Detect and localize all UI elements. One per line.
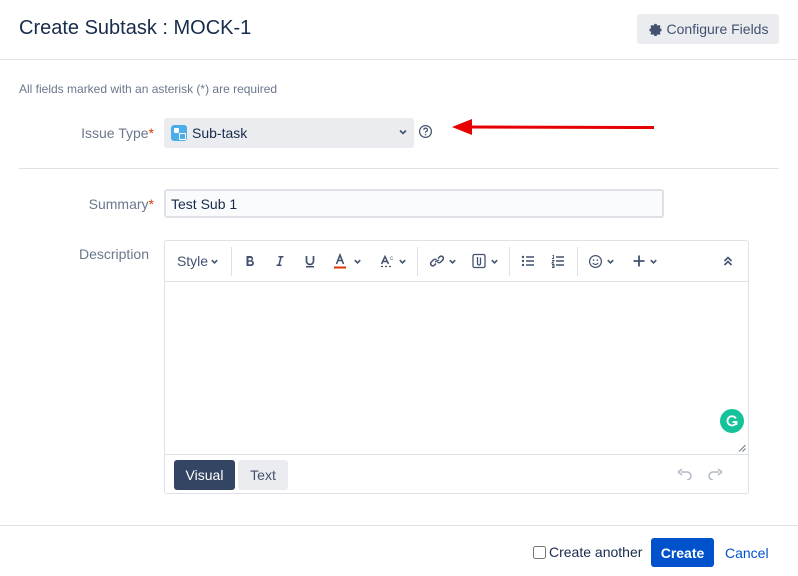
style-dropdown[interactable]: Style	[173, 249, 223, 273]
issue-type-select[interactable]: Sub-task	[164, 118, 414, 148]
description-text-area[interactable]	[165, 282, 748, 454]
svg-text:c: c	[390, 256, 393, 262]
configure-fields-label: Configure Fields	[666, 21, 769, 37]
resize-handle-icon[interactable]	[738, 444, 746, 452]
text-color-icon	[333, 253, 346, 269]
description-label: Description	[78, 246, 149, 262]
description-editor: Style c Visual Text	[164, 240, 749, 494]
issue-type-label: Issue Type*	[24, 125, 154, 141]
issue-type-value: Sub-task	[192, 125, 248, 141]
dialog-header: Create Subtask : MOCK-1 Configure Fields	[0, 0, 798, 60]
editor-toolbar: Style c	[165, 241, 748, 282]
bullet-list-icon	[521, 255, 534, 267]
link-icon	[429, 255, 445, 267]
issue-type-label-text: Issue Type	[81, 125, 149, 141]
required-asterisk: *	[148, 196, 154, 212]
configure-fields-button[interactable]: Configure Fields	[637, 14, 779, 44]
text-effects-button[interactable]: c	[377, 249, 409, 273]
required-fields-note: All fields marked with an asterisk (*) a…	[19, 82, 278, 96]
create-another-option[interactable]: Create another	[533, 544, 642, 560]
redo-icon[interactable]	[707, 468, 723, 480]
numbered-list-button[interactable]	[547, 249, 569, 273]
undo-icon[interactable]	[677, 468, 693, 480]
chevron-down-icon	[399, 129, 407, 135]
emoji-button[interactable]	[585, 249, 617, 273]
collapse-toolbar-button[interactable]	[717, 249, 739, 273]
text-color-button[interactable]	[331, 249, 363, 273]
create-another-checkbox[interactable]	[533, 545, 546, 559]
toolbar-separator	[577, 247, 578, 276]
bullet-list-button[interactable]	[517, 249, 539, 273]
section-divider	[19, 168, 779, 169]
grammarly-icon	[726, 415, 738, 427]
chevron-down-icon	[606, 259, 614, 264]
editor-mode-bar: Visual Text	[165, 454, 748, 493]
required-asterisk: *	[148, 125, 154, 141]
text-mode-tab[interactable]: Text	[238, 460, 288, 490]
toolbar-separator	[417, 247, 418, 276]
help-icon[interactable]	[418, 124, 433, 139]
text-effects-icon: c	[380, 254, 393, 268]
dialog-title: Create Subtask : MOCK-1	[19, 17, 252, 39]
create-button[interactable]: Create	[651, 538, 714, 567]
emoji-icon	[588, 254, 602, 268]
toolbar-separator	[231, 247, 232, 276]
style-label: Style	[176, 253, 209, 269]
chevron-down-icon	[650, 259, 657, 264]
chevron-down-icon	[353, 259, 361, 264]
underline-icon	[305, 256, 315, 268]
summary-label: Summary*	[24, 196, 154, 212]
chevron-down-icon	[491, 259, 498, 264]
grammarly-button[interactable]	[720, 409, 744, 433]
link-button[interactable]	[427, 249, 459, 273]
underline-button[interactable]	[299, 249, 321, 273]
bold-icon	[246, 256, 254, 267]
insert-icon	[633, 255, 645, 267]
annotation-arrow	[452, 119, 655, 135]
numbered-list-icon	[551, 255, 564, 268]
footer-divider	[0, 525, 798, 526]
toolbar-separator	[509, 247, 510, 276]
attachment-button[interactable]	[469, 249, 501, 273]
subtask-icon	[171, 125, 187, 141]
italic-button[interactable]	[269, 249, 291, 273]
chevron-down-icon	[449, 259, 456, 264]
create-another-label: Create another	[549, 544, 643, 560]
collapse-icon	[723, 256, 733, 266]
gear-icon	[649, 23, 662, 36]
summary-label-text: Summary	[88, 196, 149, 212]
chevron-down-icon	[398, 259, 406, 264]
chevron-down-icon	[211, 259, 218, 264]
bold-button[interactable]	[239, 249, 261, 273]
italic-icon	[276, 256, 284, 266]
insert-more-button[interactable]	[629, 249, 661, 273]
cancel-link[interactable]: Cancel	[725, 545, 769, 561]
visual-mode-tab[interactable]: Visual	[174, 460, 235, 490]
summary-input[interactable]	[164, 189, 664, 218]
attachment-icon	[472, 253, 486, 269]
